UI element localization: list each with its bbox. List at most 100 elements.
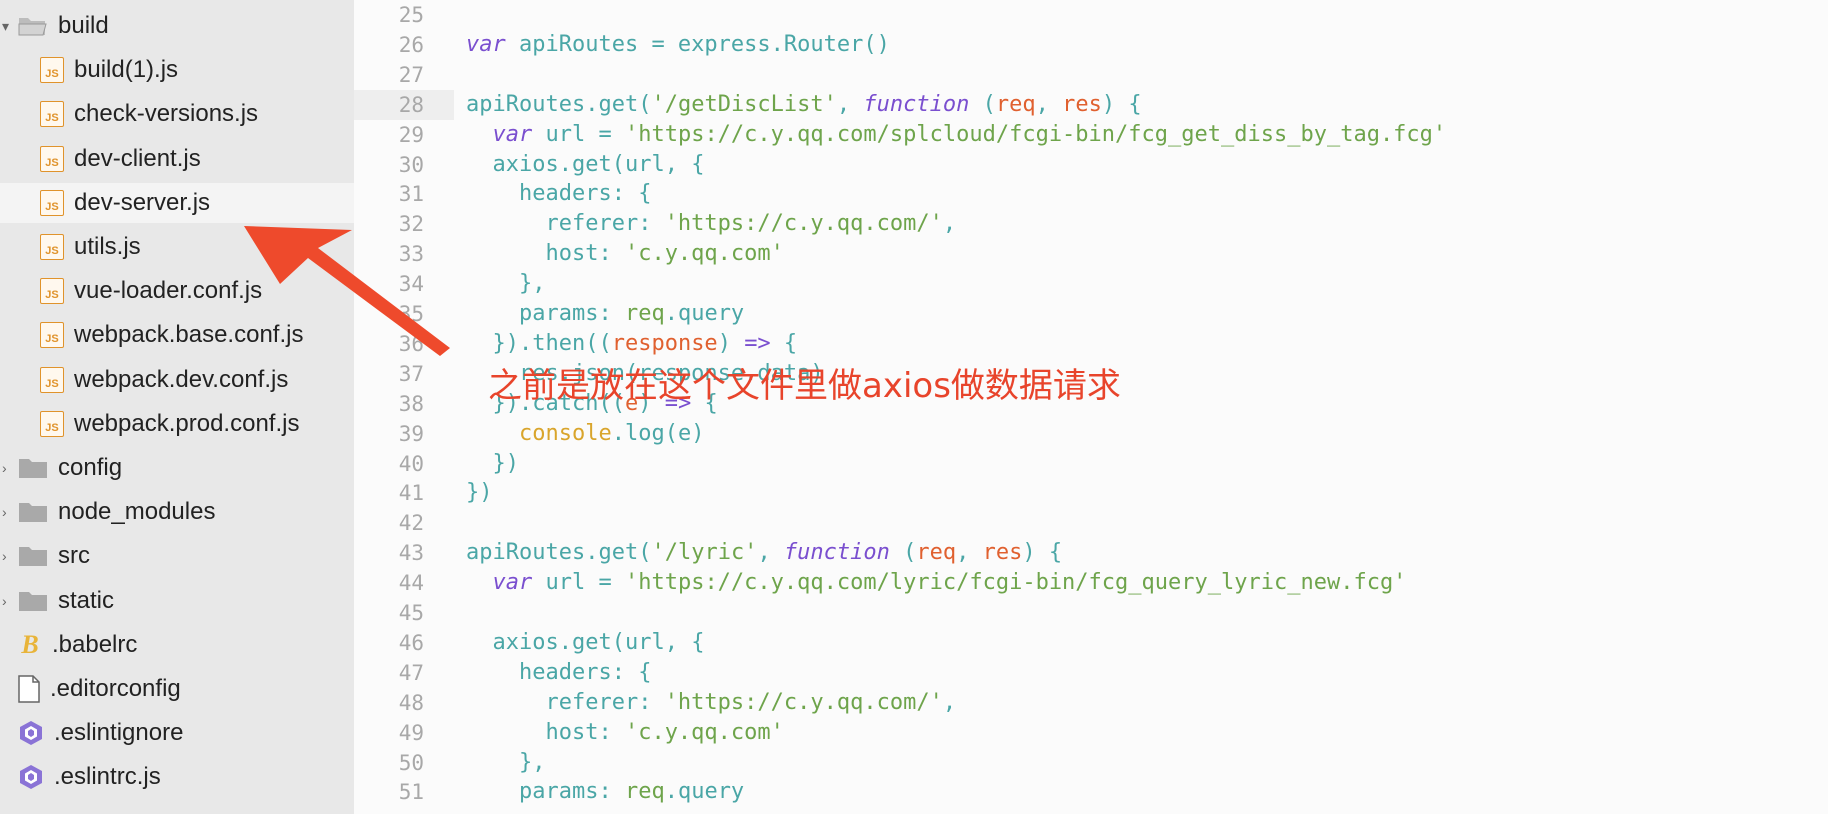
line-number: 46 xyxy=(398,630,424,655)
code-token: , { xyxy=(664,629,705,655)
code-token: referer xyxy=(466,689,639,715)
folder-icon xyxy=(18,457,48,479)
file-tree-item[interactable]: .eslintignore xyxy=(0,713,354,753)
code-line[interactable]: 26 var apiRoutes = express.Router() xyxy=(354,30,1828,60)
file-tree-item[interactable]: B .babelrc xyxy=(0,625,354,665)
code-line[interactable]: 48 referer: 'https://c.y.qq.com/', xyxy=(354,688,1828,718)
code-line[interactable]: 47 headers: { xyxy=(354,658,1828,688)
code-line[interactable]: 33 host: 'c.y.qq.com' xyxy=(354,239,1828,269)
file-tree-item[interactable]: › src xyxy=(0,536,354,576)
file-tree-item[interactable]: › config xyxy=(0,448,354,488)
file-tree-item[interactable]: .eslintrc.js xyxy=(0,757,354,797)
code-token: }) xyxy=(466,480,493,506)
code-line[interactable]: 43 apiRoutes.get('/lyric', function (req,… xyxy=(354,538,1828,568)
chevron-right-icon[interactable]: › xyxy=(2,460,7,476)
code-text: var apiRoutes = express.Router() xyxy=(466,30,890,60)
code-text: }) xyxy=(466,478,493,508)
code-token: headers xyxy=(466,181,612,207)
file-tree-item[interactable]: › static xyxy=(0,581,354,621)
code-token: . xyxy=(611,420,625,446)
code-token: then xyxy=(532,330,586,356)
code-text: var url = 'https://c.y.qq.com/lyric/fcgi… xyxy=(466,568,1407,598)
code-text: referer: 'https://c.y.qq.com/', xyxy=(466,209,956,239)
code-token: apiRoutes = express xyxy=(505,31,771,57)
code-text: apiRoutes.get('/lyric', function (req, r… xyxy=(466,538,1062,568)
file-tree-item-label: vue-loader.conf.js xyxy=(74,277,263,305)
code-line[interactable]: 45 xyxy=(354,598,1828,628)
code-token: headers xyxy=(466,659,612,685)
code-token: query xyxy=(677,301,745,326)
file-tree-item[interactable]: JS build(1).js xyxy=(0,50,354,90)
code-line[interactable]: 44 var url = 'https://c.y.qq.com/lyric/f… xyxy=(354,568,1828,598)
code-token: : { xyxy=(611,659,652,685)
file-tree-item[interactable]: JS check-versions.js xyxy=(0,94,354,134)
code-token: get xyxy=(571,151,612,177)
chevron-right-icon[interactable]: › xyxy=(2,593,7,609)
code-line[interactable]: 49 host: 'c.y.qq.com' xyxy=(354,718,1828,748)
code-token: 'https://c.y.qq.com/' xyxy=(664,689,943,715)
line-number: 48 xyxy=(398,690,424,715)
code-token: ( xyxy=(969,91,996,117)
code-text: }).then((response) => { xyxy=(466,329,797,359)
code-token: log xyxy=(624,420,665,446)
code-line[interactable]: 25 xyxy=(354,0,1828,30)
code-token: : xyxy=(638,689,665,715)
code-line[interactable]: 29 var url = 'https://c.y.qq.com/splclou… xyxy=(354,120,1828,150)
code-line[interactable]: 42 xyxy=(354,508,1828,538)
chevron-down-icon[interactable]: ▾ xyxy=(2,18,9,35)
line-number: 31 xyxy=(398,182,424,207)
line-number: 39 xyxy=(398,421,424,446)
code-line[interactable]: 35 params: req.query xyxy=(354,299,1828,329)
code-line[interactable]: 34 }, xyxy=(354,269,1828,299)
code-line[interactable]: 32 referer: 'https://c.y.qq.com/', xyxy=(354,209,1828,239)
code-token: e xyxy=(677,420,692,446)
file-tree-item[interactable]: JS webpack.prod.conf.js xyxy=(0,404,354,444)
code-token: 'https://c.y.qq.com/lyric/fcgi-bin/fcg_q… xyxy=(624,570,1407,596)
chevron-right-icon[interactable]: › xyxy=(2,504,7,520)
js-file-icon: JS xyxy=(40,366,64,393)
code-token: (( xyxy=(585,330,612,356)
file-tree-item-label: dev-client.js xyxy=(74,144,201,172)
code-line[interactable]: 31 headers: { xyxy=(354,179,1828,209)
code-line[interactable]: 27 xyxy=(354,60,1828,90)
file-tree-item[interactable]: JS vue-loader.conf.js xyxy=(0,271,354,311)
code-token: referer xyxy=(466,211,639,237)
line-number: 26 xyxy=(398,32,424,57)
code-line[interactable]: 51 params: req.query xyxy=(354,777,1828,807)
file-tree-item[interactable]: JS utils.js xyxy=(0,227,354,267)
file-tree-item[interactable]: JS webpack.base.conf.js xyxy=(0,315,354,355)
code-token: apiRoutes xyxy=(466,540,586,566)
file-tree-item[interactable]: JS dev-client.js xyxy=(0,139,354,179)
code-token: res xyxy=(982,540,1023,566)
file-tree-item[interactable]: JS webpack.dev.conf.js xyxy=(0,360,354,400)
file-tree-item-label: webpack.dev.conf.js xyxy=(74,365,289,393)
code-token: ( xyxy=(889,540,917,566)
code-text: }, xyxy=(466,269,546,299)
code-text: headers: { xyxy=(466,658,651,688)
js-file-icon: JS xyxy=(40,189,64,216)
file-tree-item[interactable]: › node_modules xyxy=(0,492,354,532)
line-number: 36 xyxy=(398,331,424,356)
code-token: : { xyxy=(611,181,652,207)
code-token: '/getDiscList' xyxy=(651,91,837,117)
code-token: . xyxy=(558,151,572,177)
eslint-icon xyxy=(18,764,44,790)
code-text: params: req.query xyxy=(466,299,744,329)
code-line[interactable]: 36 }).then((response) => { xyxy=(354,329,1828,359)
code-line[interactable]: 50 }, xyxy=(354,748,1828,778)
file-tree-item[interactable]: JS dev-server.js xyxy=(0,182,354,223)
line-number: 51 xyxy=(398,780,424,805)
code-line[interactable]: 46 axios.get(url, { xyxy=(354,628,1828,658)
code-line[interactable]: 40 }) xyxy=(354,449,1828,479)
code-line[interactable]: 30 axios.get(url, { xyxy=(354,150,1828,180)
file-tree-item[interactable]: ▾ build xyxy=(0,6,354,46)
code-editor[interactable]: 25 26 var apiRoutes = express.Router() 27 28… xyxy=(354,0,1828,814)
file-tree-item-label: webpack.prod.conf.js xyxy=(74,409,300,437)
chevron-right-icon[interactable]: › xyxy=(2,548,7,564)
code-token: , { xyxy=(664,151,705,177)
code-line[interactable]: 28 apiRoutes.get('/getDiscList', function… xyxy=(354,89,1828,120)
code-token: axios xyxy=(466,629,559,655)
code-line[interactable]: 41}) xyxy=(354,478,1828,508)
code-line[interactable]: 39 console.log(e) xyxy=(354,419,1828,449)
file-tree-item[interactable]: .editorconfig xyxy=(0,669,354,709)
